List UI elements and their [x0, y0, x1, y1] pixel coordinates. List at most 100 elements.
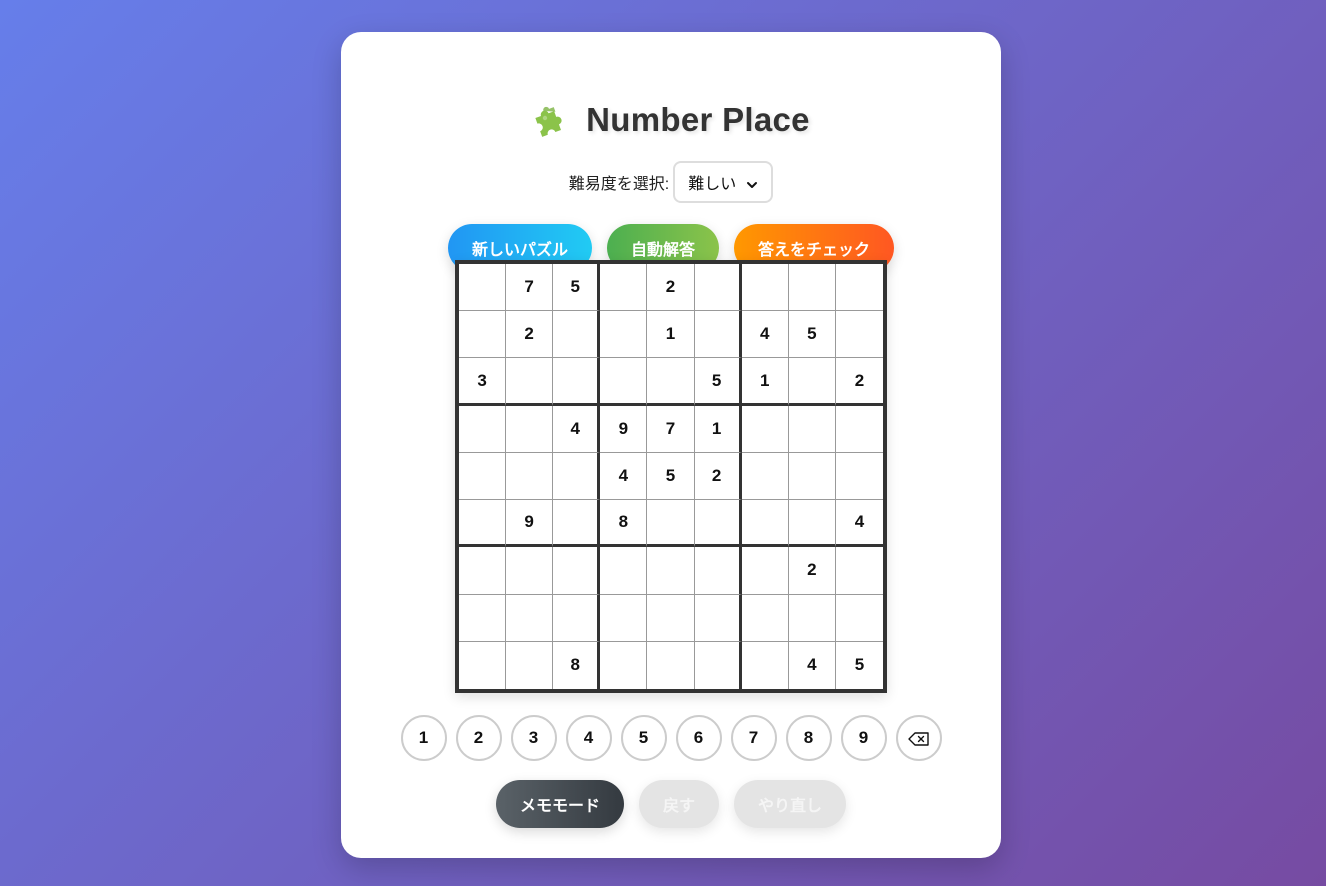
- sudoku-cell[interactable]: [600, 264, 648, 312]
- sudoku-cell[interactable]: 5: [835, 641, 883, 689]
- sudoku-cell[interactable]: [788, 264, 836, 312]
- sudoku-cell[interactable]: 9: [600, 405, 648, 453]
- sudoku-cell[interactable]: [647, 594, 695, 642]
- sudoku-cell[interactable]: [835, 594, 883, 642]
- sudoku-cell[interactable]: [835, 264, 883, 312]
- sudoku-cell[interactable]: [835, 547, 883, 595]
- sudoku-cell[interactable]: [741, 594, 789, 642]
- sudoku-cell[interactable]: [553, 594, 601, 642]
- number-button[interactable]: 5: [620, 715, 667, 761]
- sudoku-cell[interactable]: 5: [788, 311, 836, 359]
- sudoku-cell[interactable]: [835, 405, 883, 453]
- difficulty-select[interactable]: 難しい: [673, 161, 774, 203]
- sudoku-cell[interactable]: [647, 500, 695, 548]
- sudoku-cell[interactable]: [459, 547, 507, 595]
- sudoku-cell[interactable]: 2: [506, 311, 554, 359]
- sudoku-cell[interactable]: [553, 358, 601, 406]
- sudoku-cell[interactable]: [647, 547, 695, 595]
- sudoku-cell[interactable]: 7: [506, 264, 554, 312]
- sudoku-cell[interactable]: [694, 547, 742, 595]
- sudoku-cell[interactable]: 8: [600, 500, 648, 548]
- puzzle-piece-icon: [532, 101, 570, 139]
- sudoku-cell[interactable]: [506, 641, 554, 689]
- sudoku-cell[interactable]: [506, 547, 554, 595]
- sudoku-cell[interactable]: [506, 358, 554, 406]
- difficulty-label: 難易度を選択:: [568, 176, 670, 193]
- sudoku-cell[interactable]: 5: [647, 452, 695, 501]
- sudoku-cell[interactable]: [553, 311, 601, 359]
- sudoku-cell[interactable]: [459, 311, 507, 359]
- number-button[interactable]: 6: [675, 715, 722, 761]
- sudoku-cell[interactable]: 5: [694, 358, 742, 406]
- sudoku-cell[interactable]: [694, 594, 742, 642]
- sudoku-cell[interactable]: 4: [788, 641, 836, 689]
- erase-button[interactable]: [895, 715, 942, 761]
- sudoku-cell[interactable]: [741, 405, 789, 453]
- sudoku-cell[interactable]: [788, 358, 836, 406]
- sudoku-cell[interactable]: [647, 641, 695, 689]
- sudoku-cell[interactable]: [741, 500, 789, 548]
- sudoku-cell[interactable]: [506, 452, 554, 501]
- sudoku-cell[interactable]: 8: [553, 641, 601, 689]
- sudoku-cell[interactable]: [600, 547, 648, 595]
- control-buttons: メモモード 戻す やり直し: [341, 780, 1001, 828]
- sudoku-cell[interactable]: 4: [553, 405, 601, 453]
- sudoku-cell[interactable]: [741, 547, 789, 595]
- sudoku-cell[interactable]: 2: [694, 452, 742, 501]
- sudoku-cell[interactable]: [553, 500, 601, 548]
- sudoku-cell[interactable]: [459, 264, 507, 312]
- difficulty-selected-value: 難しい: [688, 176, 737, 193]
- undo-button[interactable]: 戻す: [639, 780, 719, 828]
- sudoku-cell[interactable]: [788, 594, 836, 642]
- number-button[interactable]: 4: [565, 715, 612, 761]
- sudoku-cell[interactable]: [741, 264, 789, 312]
- sudoku-cell[interactable]: [694, 500, 742, 548]
- sudoku-cell[interactable]: [741, 452, 789, 501]
- sudoku-cell[interactable]: [553, 547, 601, 595]
- sudoku-cell[interactable]: [459, 405, 507, 453]
- sudoku-cell[interactable]: [600, 311, 648, 359]
- sudoku-cell[interactable]: 4: [741, 311, 789, 359]
- sudoku-cell[interactable]: [600, 358, 648, 406]
- sudoku-cell[interactable]: 4: [600, 452, 648, 501]
- sudoku-cell[interactable]: 1: [741, 358, 789, 406]
- sudoku-cell[interactable]: 9: [506, 500, 554, 548]
- number-button[interactable]: 1: [400, 715, 447, 761]
- number-button[interactable]: 9: [840, 715, 887, 761]
- sudoku-cell[interactable]: 5: [553, 264, 601, 312]
- sudoku-cell[interactable]: [647, 358, 695, 406]
- sudoku-cell[interactable]: [788, 452, 836, 501]
- sudoku-cell[interactable]: 7: [647, 405, 695, 453]
- sudoku-cell[interactable]: [600, 594, 648, 642]
- sudoku-cell[interactable]: [694, 264, 742, 312]
- sudoku-cell[interactable]: 2: [647, 264, 695, 312]
- memo-mode-button[interactable]: メモモード: [496, 780, 624, 828]
- sudoku-cell[interactable]: 2: [788, 547, 836, 595]
- sudoku-cell[interactable]: [459, 641, 507, 689]
- sudoku-cell[interactable]: [741, 641, 789, 689]
- sudoku-cell[interactable]: 1: [694, 405, 742, 453]
- sudoku-cell[interactable]: 4: [835, 500, 883, 548]
- number-button[interactable]: 2: [455, 715, 502, 761]
- redo-button[interactable]: やり直し: [734, 780, 846, 828]
- sudoku-cell[interactable]: [600, 641, 648, 689]
- sudoku-cell[interactable]: 2: [835, 358, 883, 406]
- sudoku-cell[interactable]: [788, 405, 836, 453]
- sudoku-cell[interactable]: [788, 500, 836, 548]
- sudoku-cell[interactable]: [694, 641, 742, 689]
- number-button[interactable]: 8: [785, 715, 832, 761]
- sudoku-cell[interactable]: 1: [647, 311, 695, 359]
- sudoku-cell[interactable]: [459, 500, 507, 548]
- sudoku-cell[interactable]: [835, 452, 883, 501]
- sudoku-cell[interactable]: [506, 594, 554, 642]
- sudoku-cell[interactable]: [506, 405, 554, 453]
- sudoku-cell[interactable]: [835, 311, 883, 359]
- game-card: Number Place 難易度を選択: 難しい 新しいパズル 自動解答 答えを…: [341, 32, 1001, 858]
- number-button[interactable]: 3: [510, 715, 557, 761]
- number-button[interactable]: 7: [730, 715, 777, 761]
- sudoku-cell[interactable]: 3: [459, 358, 507, 406]
- sudoku-cell[interactable]: [459, 452, 507, 501]
- sudoku-cell[interactable]: [459, 594, 507, 642]
- sudoku-cell[interactable]: [553, 452, 601, 501]
- sudoku-cell[interactable]: [694, 311, 742, 359]
